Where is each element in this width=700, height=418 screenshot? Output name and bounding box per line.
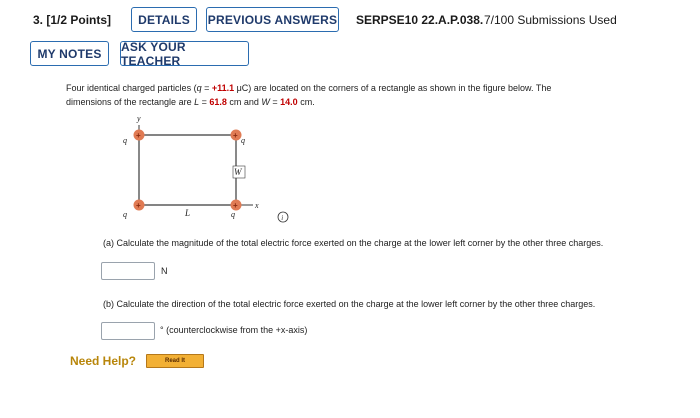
question-header: 3. [1/2 Points] xyxy=(33,13,111,27)
part-b-answer-input[interactable] xyxy=(101,322,155,340)
question-text: Four identical charged particles (q = +1… xyxy=(66,81,666,109)
charge-top-left-label: q xyxy=(123,136,127,145)
x-axis-label: x xyxy=(254,201,259,210)
charge-top-right-label: q xyxy=(241,136,245,145)
ask-teacher-button[interactable]: ASK YOUR TEACHER xyxy=(120,40,249,68)
length-label: L xyxy=(184,208,190,218)
problem-code: SERPSE10 22.A.P.038. xyxy=(356,13,484,27)
charge-bottom-right-sign: + xyxy=(233,201,238,210)
charge-value: +11.1 xyxy=(211,83,235,93)
charge-bottom-right-label: q xyxy=(231,210,235,219)
length-value: 61.8 xyxy=(209,97,227,107)
previous-answers-button[interactable]: PREVIOUS ANSWERS xyxy=(206,7,339,32)
details-button[interactable]: DETAILS xyxy=(131,7,197,32)
charge-top-left-sign: + xyxy=(136,131,141,140)
rectangle-charges-figure: y x L W + q + q + q + q i xyxy=(123,114,289,223)
svg-text:i: i xyxy=(281,214,283,222)
submissions-used: 7/100 Submissions Used xyxy=(484,13,617,27)
part-a-unit: N xyxy=(161,266,168,276)
points-label: [1/2 Points] xyxy=(46,13,112,27)
charge-bottom-left-label: q xyxy=(123,210,127,219)
part-a-prompt: (a) Calculate the magnitude of the total… xyxy=(103,238,604,248)
question-number: 3. xyxy=(33,13,44,27)
read-it-button[interactable]: Read It xyxy=(146,354,204,368)
question-line-1: Four identical charged particles (q = +1… xyxy=(66,83,552,93)
question-line-2: dimensions of the rectangle are L = 61.8… xyxy=(66,97,315,107)
part-b-unit: ° (counterclockwise from the +x-axis) xyxy=(160,325,308,335)
charge-bottom-left-sign: + xyxy=(136,201,141,210)
my-notes-button[interactable]: MY NOTES xyxy=(30,41,109,66)
need-help-label: Need Help? xyxy=(70,354,137,368)
charge-top-right-sign: + xyxy=(233,131,238,140)
y-axis-label: y xyxy=(136,114,141,123)
part-b-prompt: (b) Calculate the direction of the total… xyxy=(103,299,596,309)
part-a-answer-input[interactable] xyxy=(101,262,155,280)
width-value: 14.0 xyxy=(280,97,298,107)
info-circle-icon[interactable]: i xyxy=(277,211,289,223)
